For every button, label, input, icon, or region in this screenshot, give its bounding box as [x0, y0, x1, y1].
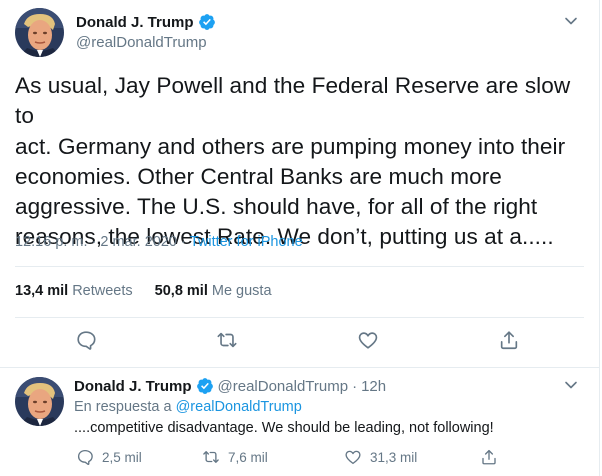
tweet-meta: 12:16 p. m. · 2 mar. 2020 · Twitter for … [15, 234, 303, 250]
retweet-icon [202, 448, 220, 466]
author-handle[interactable]: @realDonaldTrump [218, 378, 349, 395]
reply-button[interactable]: 2,5 mil [76, 448, 142, 466]
meta-separator: · [91, 234, 97, 250]
likes-label: Me gusta [211, 283, 272, 299]
column-border [599, 0, 600, 476]
heart-icon [344, 448, 362, 466]
reply-icon[interactable] [75, 329, 97, 351]
reply-prefix: En respuesta a [74, 399, 172, 415]
chevron-down-icon[interactable] [564, 14, 578, 28]
tweet-text: ....competitive disadvantage. We should … [74, 420, 494, 436]
likes-count: 31,3 mil [370, 449, 418, 465]
author-name[interactable]: Donald J. Trump [76, 13, 216, 31]
reply-header: Donald J. Trump @realDonaldTrump · 12h [74, 377, 386, 395]
retweets-count: 7,6 mil [228, 449, 268, 465]
meta-separator: · [180, 234, 186, 250]
share-icon [480, 448, 498, 466]
tweet-date[interactable]: 2 mar. 2020 [100, 234, 177, 250]
avatar[interactable] [15, 377, 64, 426]
likes-count: 50,8 mil [154, 283, 208, 299]
main-tweet: Donald J. Trump @realDonaldTrump As usua… [0, 0, 599, 368]
reply-icon [76, 448, 94, 466]
author-handle[interactable]: @realDonaldTrump [76, 34, 207, 51]
divider [15, 317, 584, 318]
like-button[interactable]: 31,3 mil [344, 448, 417, 466]
meta-separator: · [352, 377, 358, 395]
author-name-text[interactable]: Donald J. Trump [76, 14, 194, 31]
share-icon[interactable] [498, 329, 520, 351]
retweets-count: 13,4 mil [15, 283, 69, 299]
tweet-source-link[interactable]: Twitter for iPhone [190, 234, 303, 250]
retweets-label: Retweets [72, 283, 133, 299]
tweet-thread: Donald J. Trump @realDonaldTrump As usua… [0, 0, 602, 476]
retweets-stat[interactable]: 13,4 mil Retweets [15, 283, 133, 299]
reply-context: En respuesta a @realDonaldTrump [74, 399, 302, 415]
tweet-actions [0, 329, 599, 355]
reply-to-link[interactable]: @realDonaldTrump [176, 399, 302, 415]
chevron-down-icon[interactable] [564, 378, 578, 392]
tweet-stats: 13,4 mil Retweets 50,8 mil Me gusta [15, 283, 272, 299]
tweet-text: As usual, Jay Powell and the Federal Res… [15, 71, 590, 253]
tweet-text-line: act. Germany and others are pumping mone… [15, 133, 566, 159]
heart-icon[interactable] [357, 329, 379, 351]
verified-badge-icon [196, 377, 214, 395]
avatar[interactable] [15, 8, 64, 57]
replies-count: 2,5 mil [102, 449, 142, 465]
retweet-icon[interactable] [216, 329, 238, 351]
tweet-actions: 2,5 mil 7,6 mil 31,3 mil [74, 448, 574, 468]
tweet-text-line: As usual, Jay Powell and the Federal Res… [15, 73, 571, 129]
tweet-time[interactable]: 12h [361, 378, 386, 395]
tweet-text-line: aggressive. The U.S. should have, for al… [15, 194, 538, 220]
share-button[interactable] [480, 448, 506, 466]
author-name[interactable]: Donald J. Trump [74, 378, 192, 395]
divider [15, 266, 584, 267]
tweet-text-line: economies. Other Central Banks are much … [15, 163, 502, 189]
verified-badge-icon [198, 13, 216, 31]
reply-tweet[interactable]: Donald J. Trump @realDonaldTrump · 12h E… [0, 368, 599, 476]
retweet-button[interactable]: 7,6 mil [202, 448, 268, 466]
tweet-time[interactable]: 12:16 p. m. [15, 234, 88, 250]
likes-stat[interactable]: 50,8 mil Me gusta [155, 283, 272, 299]
